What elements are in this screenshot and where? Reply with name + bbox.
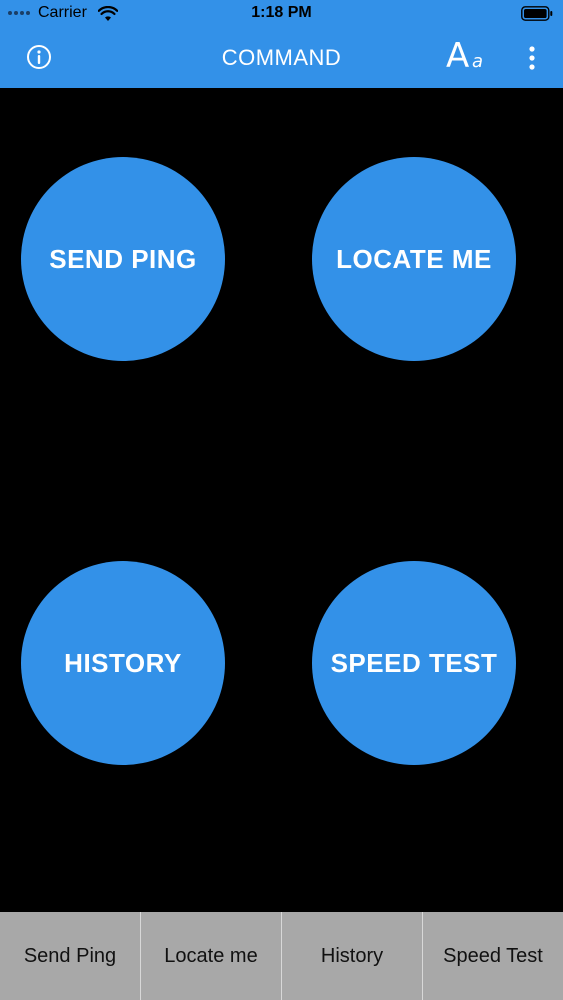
nav-bar: COMMAND A a	[0, 28, 563, 88]
history-button-label: HISTORY	[64, 647, 182, 678]
tab-history[interactable]: History	[281, 912, 422, 1000]
tab-locate-me[interactable]: Locate me	[140, 912, 281, 1000]
top-bar: Carrier 1:18 PM COMMAND A a	[0, 0, 563, 88]
tab-speed-test-label: Speed Test	[443, 944, 543, 967]
app-screen: Carrier 1:18 PM COMMAND A a SEND PING LO…	[0, 0, 563, 1000]
font-size-icon-big-letter: A	[446, 36, 470, 76]
tab-speed-test[interactable]: Speed Test	[422, 912, 563, 1000]
tab-send-ping[interactable]: Send Ping	[0, 912, 140, 1000]
tab-send-ping-label: Send Ping	[23, 944, 117, 967]
send-ping-button[interactable]: SEND PING	[21, 157, 225, 361]
speed-test-button-label: SPEED TEST	[330, 647, 498, 678]
locate-me-button-label: LOCATE ME	[336, 243, 492, 274]
send-ping-button-label: SEND PING	[49, 243, 197, 274]
tab-bar: Send Ping Locate me History Speed Test	[0, 912, 563, 1000]
more-vertical-icon[interactable]	[524, 44, 540, 72]
status-time: 1:18 PM	[251, 4, 312, 21]
history-button[interactable]: HISTORY	[21, 561, 225, 765]
tab-history-label: History	[320, 944, 384, 967]
font-size-icon[interactable]: A a	[446, 36, 490, 76]
locate-me-button[interactable]: LOCATE ME	[312, 157, 516, 361]
font-size-icon-small-letter: a	[472, 51, 484, 72]
status-bar: Carrier 1:18 PM	[0, 0, 563, 28]
tab-locate-me-label: Locate me	[164, 944, 258, 967]
speed-test-button[interactable]: SPEED TEST	[312, 561, 516, 765]
battery-icon	[521, 6, 553, 21]
